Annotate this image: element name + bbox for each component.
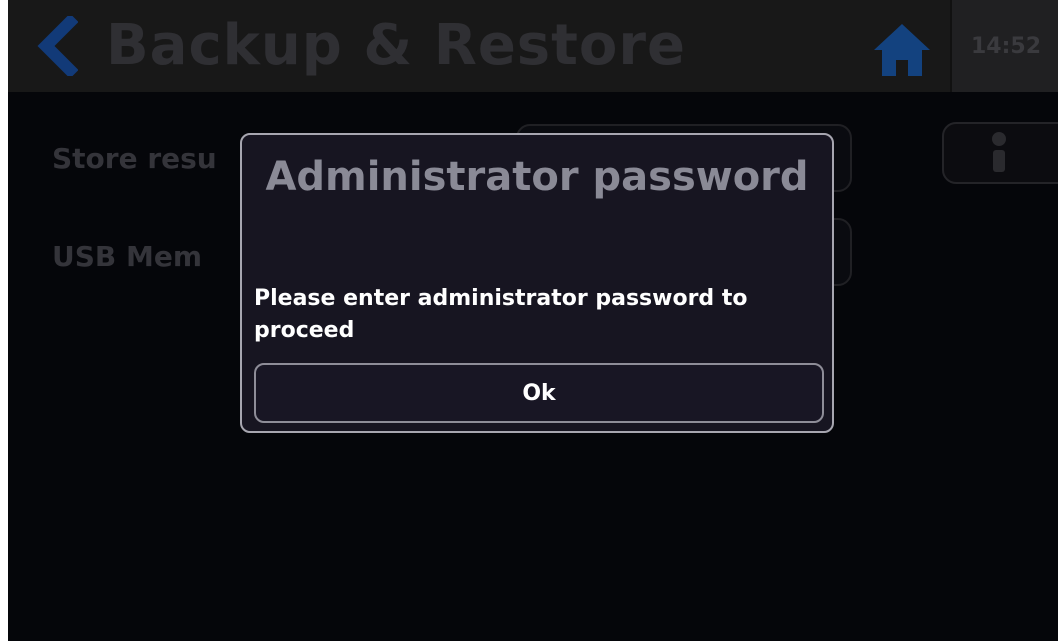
password-dialog: Administrator password Please enter admi… xyxy=(240,133,834,433)
screen: Backup & Restore 14:52 Store resu USB Me… xyxy=(8,0,1058,641)
usb-memory-label: USB Mem xyxy=(52,240,203,273)
header-bar: Backup & Restore 14:52 xyxy=(8,0,1058,92)
info-button[interactable] xyxy=(942,122,1058,184)
back-button[interactable] xyxy=(26,10,86,82)
chevron-left-icon xyxy=(37,16,78,76)
clock-display: 14:52 xyxy=(950,0,1058,92)
home-button[interactable] xyxy=(870,18,934,82)
dialog-message: Please enter administrator password to p… xyxy=(254,286,748,343)
store-results-label: Store resu xyxy=(52,142,217,175)
dialog-title: Administrator password xyxy=(265,154,809,200)
page-title: Backup & Restore xyxy=(106,13,686,78)
ok-button[interactable]: Ok xyxy=(254,363,824,423)
home-icon xyxy=(874,24,930,76)
